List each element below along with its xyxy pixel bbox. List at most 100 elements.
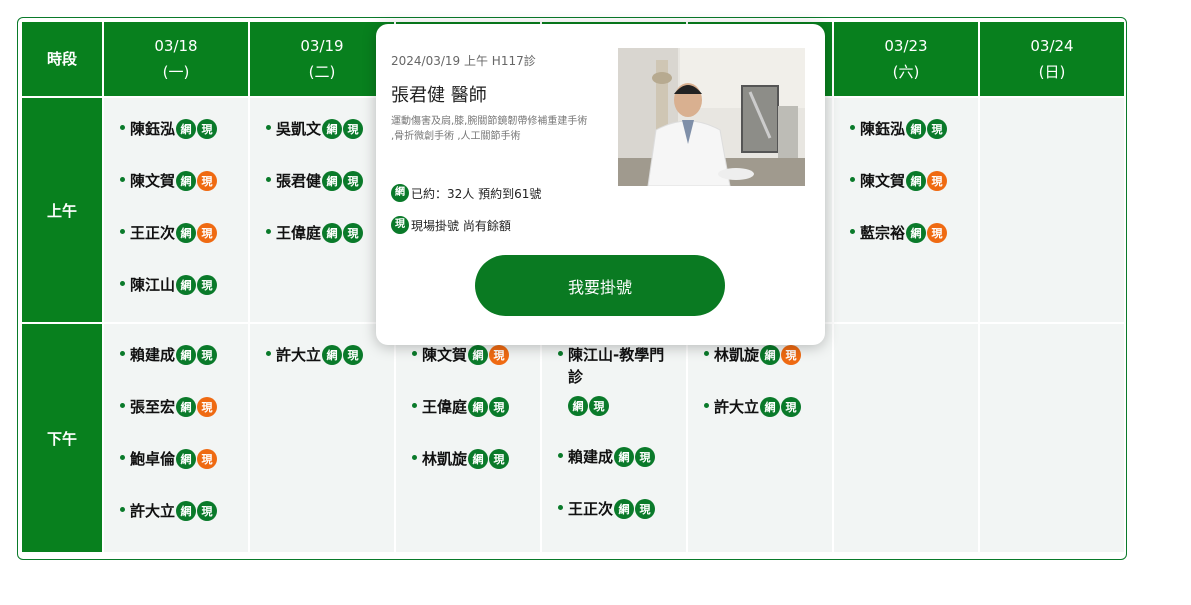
- doctor-entry-name: 陳文賀: [860, 172, 906, 190]
- doctor-entry[interactable]: 陳鈺泓網現: [850, 118, 978, 140]
- schedule-cell: [834, 324, 978, 552]
- doctor-entry-name: 陳江山: [130, 276, 176, 294]
- doctor-entry[interactable]: 林凱旋網現: [704, 344, 832, 366]
- onsite-badge: 現: [489, 345, 510, 365]
- bullet-icon: [120, 177, 125, 182]
- doctor-entry-name: 林凱旋: [422, 450, 468, 468]
- day-header: 03/23 (六): [834, 22, 978, 96]
- doctor-entry[interactable]: 鮑卓倫網現: [120, 448, 248, 470]
- doctor-entry[interactable]: 王偉庭網現: [412, 396, 540, 418]
- onsite-status-line: 現 現場掛號 尚有餘額: [391, 216, 511, 234]
- doctor-entry[interactable]: 陳江山-教學門診網現: [558, 344, 678, 416]
- net-badge: 網: [176, 397, 197, 417]
- doctor-entry[interactable]: 張君健網現: [266, 170, 394, 192]
- bullet-icon: [120, 229, 125, 234]
- onsite-badge: 現: [781, 397, 802, 417]
- doctor-entry-name: 王正次: [568, 500, 614, 518]
- badge-group: 網現: [176, 171, 218, 191]
- doctor-entry-name: 陳江山-教學門診: [568, 346, 665, 386]
- doctor-entry[interactable]: 陳鈺泓網現: [120, 118, 248, 140]
- doctor-entry[interactable]: 許大立網現: [704, 396, 832, 418]
- doctor-entry-name: 王偉庭: [276, 224, 322, 242]
- doctor-entry-name: 王偉庭: [422, 398, 468, 416]
- doctor-entry[interactable]: 賴建成網現: [120, 344, 248, 366]
- onsite-badge: 現: [589, 396, 609, 416]
- onsite-badge: 現: [197, 345, 218, 365]
- badge-group: 網現: [468, 345, 510, 365]
- onsite-badge: 現: [197, 501, 218, 521]
- schedule-cell: 陳文賀網現王偉庭網現林凱旋網現: [396, 324, 540, 552]
- bullet-icon: [850, 177, 855, 182]
- day-weekday: (二): [308, 63, 336, 81]
- net-badge: 網: [176, 275, 197, 295]
- doctor-entry[interactable]: 王正次網現: [120, 222, 248, 244]
- onsite-badge: 現: [489, 449, 510, 469]
- net-badge: 網: [176, 501, 197, 521]
- badge-group: 網現: [176, 275, 218, 295]
- net-badge: 網: [906, 223, 927, 243]
- doctor-entry-name: 賴建成: [568, 448, 614, 466]
- schedule-cell: 賴建成網現張至宏網現鮑卓倫網現許大立網現: [104, 324, 248, 552]
- doctor-entry[interactable]: 王偉庭網現: [266, 222, 394, 244]
- doctor-photo: [618, 48, 805, 186]
- doctor-entry[interactable]: 賴建成網現: [558, 446, 686, 468]
- net-badge: 網: [906, 171, 927, 191]
- doctor-entry[interactable]: 陳江山網現: [120, 274, 248, 296]
- bullet-icon: [850, 125, 855, 130]
- day-weekday: (六): [892, 63, 920, 81]
- onsite-badge: 現: [489, 397, 510, 417]
- badge-group: 網現: [906, 171, 948, 191]
- badge-group: 網現: [176, 345, 218, 365]
- doctor-entry[interactable]: 陳文賀網現: [120, 170, 248, 192]
- badge-group: 網現: [614, 447, 656, 467]
- doctor-entry[interactable]: 吳凱文網現: [266, 118, 394, 140]
- badge-group: 網現: [176, 397, 218, 417]
- badge-group: 網現: [568, 396, 678, 416]
- clinic-meta: 2024/03/19 上午 H117診: [391, 54, 536, 68]
- onsite-badge: 現: [197, 223, 218, 243]
- doctor-entry[interactable]: 陳文賀網現: [412, 344, 540, 366]
- onsite-badge: 現: [391, 216, 409, 234]
- net-badge: 網: [568, 396, 588, 416]
- bullet-icon: [412, 351, 417, 356]
- badge-group: 網現: [322, 345, 364, 365]
- onsite-badge: 現: [781, 345, 802, 365]
- doctor-entry[interactable]: 王正次網現: [558, 498, 686, 520]
- net-badge: 網: [176, 119, 197, 139]
- day-weekday: (一): [162, 63, 190, 81]
- net-badge: 網: [176, 449, 197, 469]
- onsite-badge: 現: [197, 397, 218, 417]
- doctor-entry-name: 林凱旋: [714, 346, 760, 364]
- onsite-badge: 現: [927, 171, 948, 191]
- net-badge: 網: [614, 447, 635, 467]
- onsite-badge: 現: [197, 171, 218, 191]
- onsite-badge: 現: [635, 499, 656, 519]
- doctor-entry-name: 藍宗裕: [860, 224, 906, 242]
- net-badge: 網: [176, 223, 197, 243]
- doctor-entry[interactable]: 藍宗裕網現: [850, 222, 978, 244]
- doctor-entry-name: 張君健: [276, 172, 322, 190]
- schedule-cell: 吳凱文網現張君健網現王偉庭網現: [250, 98, 394, 322]
- bullet-icon: [120, 403, 125, 408]
- bullet-icon: [704, 351, 709, 356]
- badge-group: 網現: [906, 223, 948, 243]
- bullet-icon: [558, 351, 563, 356]
- doctor-entry[interactable]: 許大立網現: [266, 344, 394, 366]
- doctor-entry-name: 陳鈺泓: [860, 120, 906, 138]
- day-header: 03/24 (日): [980, 22, 1124, 96]
- doctor-entry[interactable]: 張至宏網現: [120, 396, 248, 418]
- doctor-entry[interactable]: 林凱旋網現: [412, 448, 540, 470]
- onsite-badge: 現: [927, 223, 948, 243]
- badge-group: 網現: [176, 449, 218, 469]
- net-badge: 網: [468, 397, 489, 417]
- bullet-icon: [120, 281, 125, 286]
- doctor-entry[interactable]: 陳文賀網現: [850, 170, 978, 192]
- badge-group: 網現: [322, 223, 364, 243]
- net-status: 已約：32人 預約到61號: [411, 186, 542, 201]
- doctor-entry[interactable]: 許大立網現: [120, 500, 248, 522]
- badge-group: 網現: [760, 397, 802, 417]
- doctor-entry-name: 許大立: [276, 346, 322, 364]
- onsite-badge: 現: [343, 119, 364, 139]
- net-badge: 網: [760, 397, 781, 417]
- register-button[interactable]: 我要掛號: [475, 255, 725, 316]
